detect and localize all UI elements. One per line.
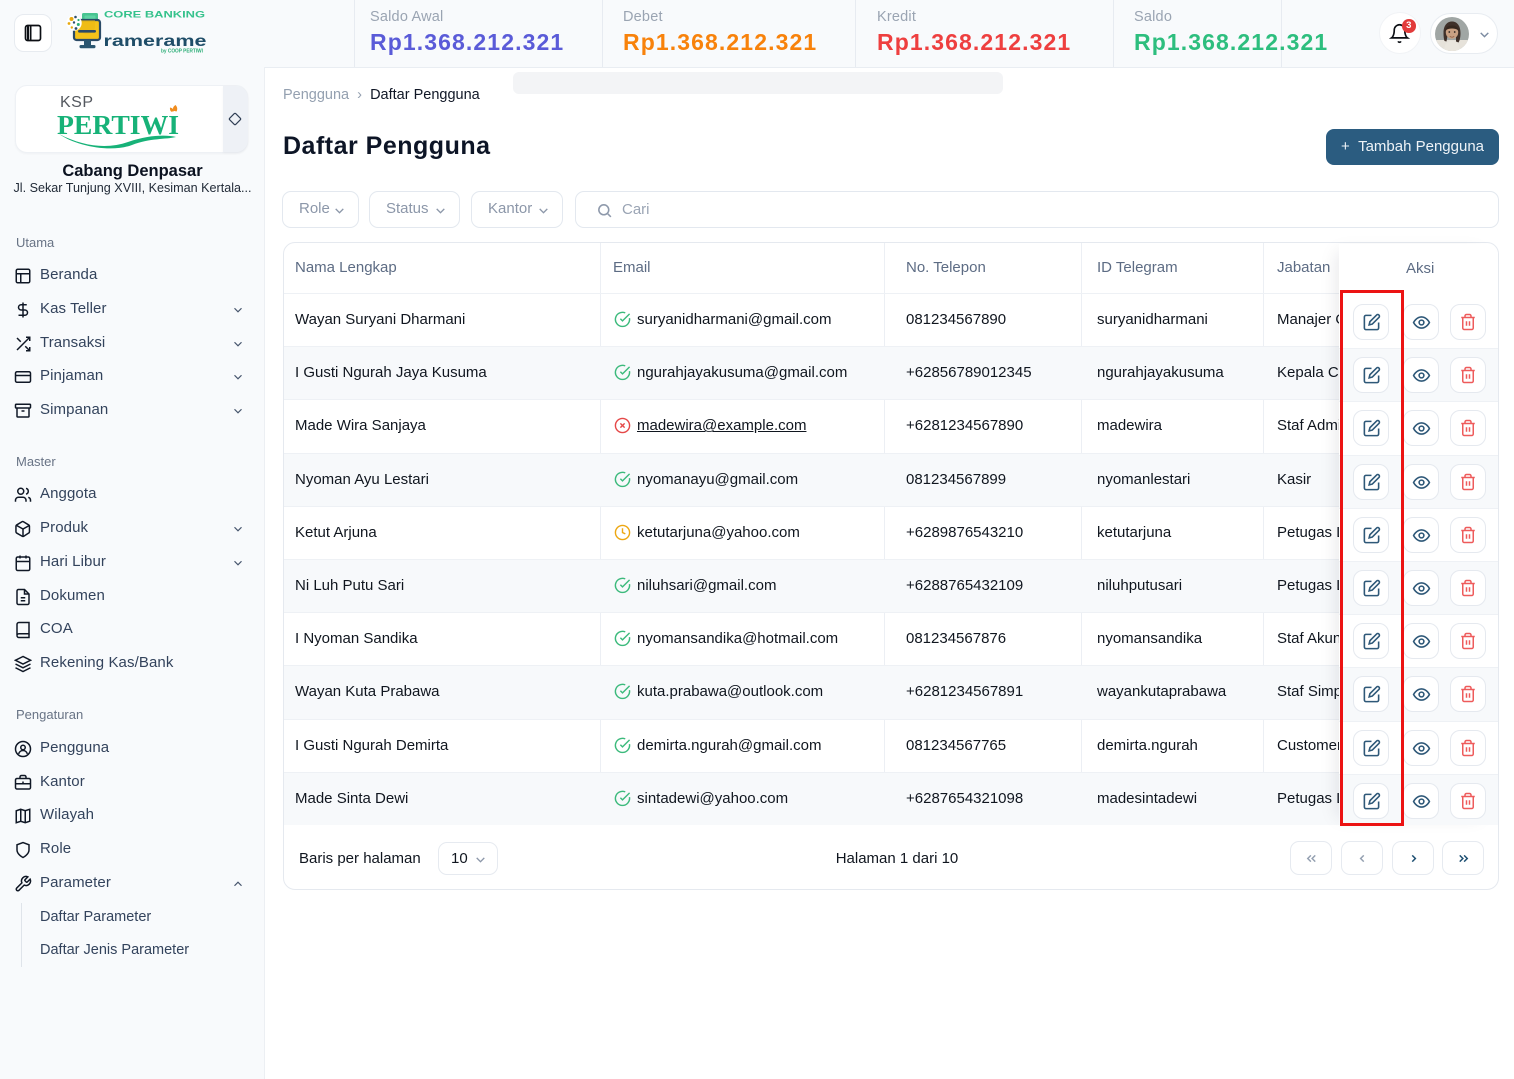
- svg-text:by COOP PERTIWI: by COOP PERTIWI: [161, 49, 203, 54]
- svg-text:PERTIWI: PERTIWI: [57, 110, 179, 140]
- svg-text:CORE BANKING: CORE BANKING: [104, 10, 205, 19]
- svg-text:ramerame: ramerame: [104, 31, 207, 49]
